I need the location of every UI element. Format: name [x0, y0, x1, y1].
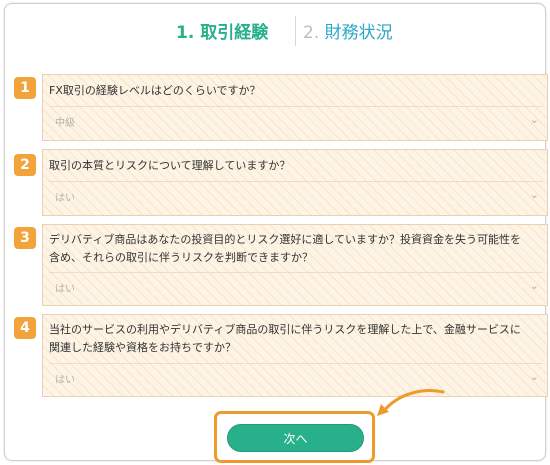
question-4-text-line-2: 関連した経験や資格をお持ちですか？: [49, 341, 236, 354]
step-indicator: 1. 取引経験 2. 財務状況: [5, 16, 545, 46]
step-2-number: 2.: [303, 23, 320, 43]
chevron-down-icon: ⌄: [529, 188, 539, 201]
question-4-select-value: はい: [55, 375, 75, 386]
question-1-text: FX取引の経験レベルはどのくらいですか？: [49, 84, 261, 97]
step-2-text: 財務状況: [324, 23, 393, 43]
question-4-text-line-1: 当社のサービスの利用やデリバティブ商品の取引に伴うリスクを理解した上で、金融サー…: [49, 323, 521, 336]
question-3-text-line-2: 含め、それらの取引に伴うリスクを判断できますか？: [49, 251, 313, 264]
question-3-text-line-1: デリバティブ商品はあなたの投資目的とリスク選好に適していますか？投資資金を失う可…: [49, 233, 522, 246]
question-2-text: 取引の本質とリスクについて理解していますか？: [49, 159, 291, 172]
question-3-badge: 3: [14, 227, 36, 249]
chevron-down-icon: ⌄: [529, 113, 539, 126]
question-4-badge: 4: [14, 317, 36, 339]
question-3-select-value: はい: [55, 284, 75, 295]
curved-arrow-icon: [377, 389, 445, 416]
question-2-select[interactable]: はい ⌄: [49, 181, 543, 209]
next-button[interactable]: 次へ: [227, 424, 364, 452]
chevron-down-icon: ⌄: [529, 279, 539, 292]
question-1-select-value: 中級: [55, 118, 75, 129]
question-4: 当社のサービスの利用やデリバティブ商品の取引に伴うリスクを理解した上で、金融サー…: [42, 314, 548, 397]
step-1-label: 1. 取引経験: [176, 23, 269, 43]
form-panel: 1. 取引経験 2. 財務状況 1 FX取引の経験レベルはどのくらいですか？ 中…: [4, 3, 548, 463]
question-1: FX取引の経験レベルはどのくらいですか？ 中級 ⌄: [42, 74, 548, 141]
question-3-select[interactable]: はい ⌄: [49, 272, 543, 300]
question-2: 取引の本質とリスクについて理解していますか？ はい ⌄: [42, 149, 548, 216]
question-2-badge: 2: [14, 154, 36, 176]
question-3: デリバティブ商品はあなたの投資目的とリスク選好に適していますか？投資資金を失う可…: [42, 224, 548, 306]
question-1-badge: 1: [14, 77, 36, 99]
next-button-highlight: 次へ: [214, 411, 375, 463]
step-divider: [295, 16, 296, 46]
step-2-label: 2. 財務状況: [303, 18, 393, 43]
question-1-select[interactable]: 中級 ⌄: [49, 106, 543, 134]
question-4-select[interactable]: はい ⌄: [49, 363, 543, 391]
question-2-select-value: はい: [55, 193, 75, 204]
chevron-down-icon: ⌄: [529, 370, 539, 383]
